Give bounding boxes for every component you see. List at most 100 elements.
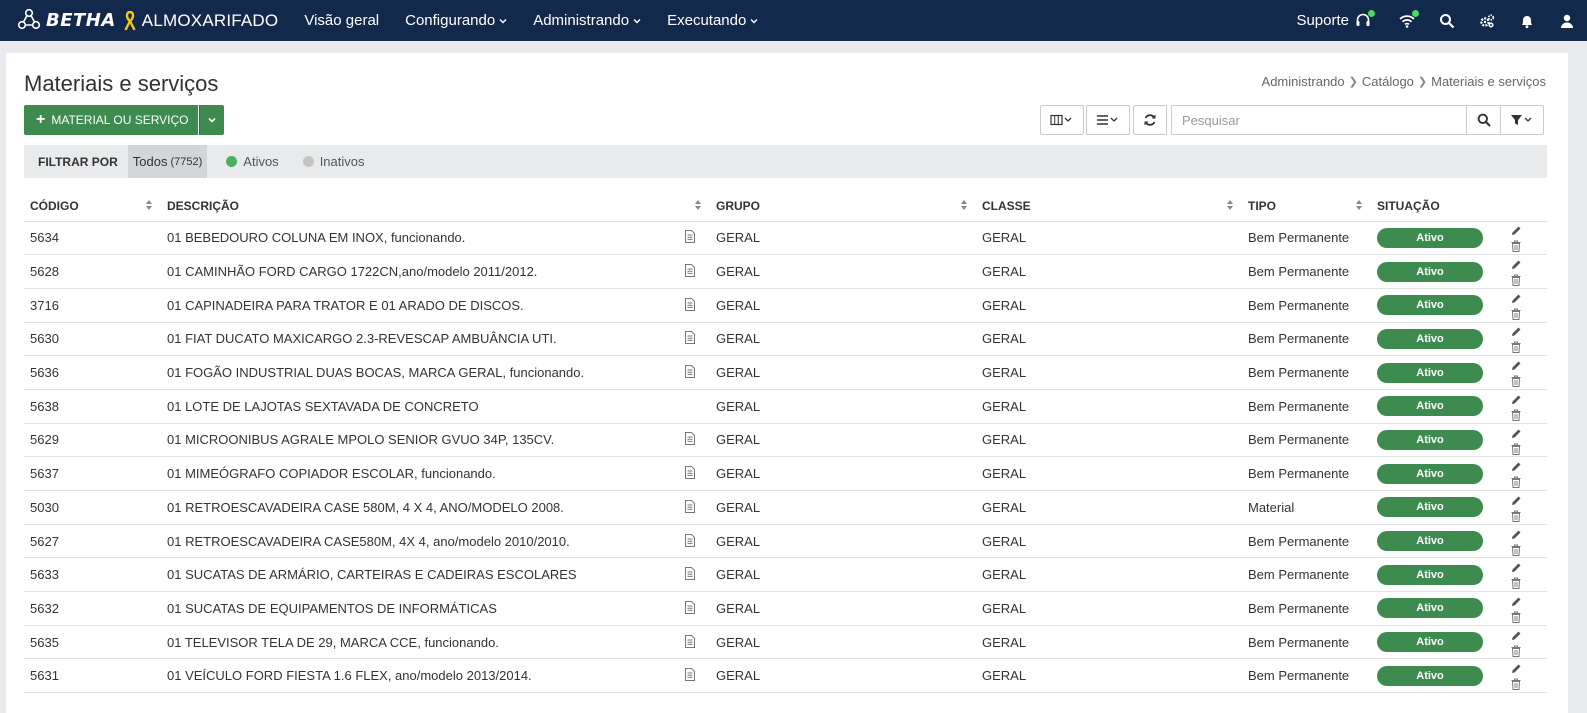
add-material-button[interactable]: + MATERIAL OU SERVIÇO	[24, 105, 199, 135]
column-label: GRUPO	[716, 198, 761, 213]
document-icon	[685, 533, 695, 547]
user-menu-button[interactable]	[1547, 0, 1587, 41]
table-row[interactable]: 5636 01 FOGÃO INDUSTRIAL DUAS BOCAS, MARC…	[24, 355, 1547, 390]
columns-button[interactable]	[1040, 105, 1084, 135]
headset-icon	[1355, 9, 1375, 30]
support-link[interactable]: Suporte	[1296, 9, 1375, 30]
trash-icon[interactable]	[1510, 375, 1522, 388]
trash-icon[interactable]	[1510, 510, 1522, 522]
refresh-button[interactable]	[1133, 105, 1167, 135]
table-row[interactable]: 5627 01 RETROESCAVADEIRA CASE580M, 4X 4, …	[24, 524, 1547, 559]
nav-executando[interactable]: Executando	[667, 12, 758, 29]
table-row[interactable]: 5030 01 RETROESCAVADEIRA CASE 580M, 4 X 4…	[24, 490, 1547, 525]
column-header-codigo[interactable]: CÓDIGO	[24, 191, 161, 222]
column-header-tipo[interactable]: TIPO	[1242, 191, 1371, 222]
trash-icon[interactable]	[1510, 409, 1522, 421]
pencil-icon[interactable]	[1510, 596, 1522, 608]
descricao-text: 01 CAMINHÃO FORD CARGO 1722CN,ano/modelo…	[167, 264, 538, 280]
pencil-icon[interactable]	[1510, 293, 1522, 305]
document-icon	[685, 264, 695, 278]
pencil-icon[interactable]	[1510, 663, 1522, 675]
trash-icon[interactable]	[1510, 443, 1522, 455]
cell-codigo: 5635	[24, 625, 161, 660]
column-header-grupo[interactable]: GRUPO	[710, 191, 976, 222]
column-header-classe[interactable]: CLASSE	[976, 191, 1242, 222]
advanced-filter-button[interactable]	[1500, 105, 1544, 135]
filter-inativos[interactable]: Inativos	[298, 145, 370, 178]
pencil-icon[interactable]	[1510, 529, 1522, 541]
nav-configurando[interactable]: Configurando	[405, 12, 507, 29]
brand[interactable]: BETHA ALMOXARIFADO	[16, 8, 278, 34]
breadcrumb-item[interactable]: Administrando	[1262, 74, 1345, 89]
table-row[interactable]: 5628 01 CAMINHÃO FORD CARGO 1722CN,ano/mo…	[24, 254, 1547, 289]
pencil-icon[interactable]	[1510, 326, 1522, 338]
table-row[interactable]: 5635 01 TELEVISOR TELA DE 29, MARCA CCE, …	[24, 625, 1547, 660]
breadcrumb-item[interactable]: Catálogo	[1362, 74, 1414, 89]
cell-grupo: GERAL	[710, 456, 976, 491]
table-row[interactable]: 5631 01 VEÍCULO FORD FIESTA 1.6 FLEX, ano…	[24, 658, 1547, 694]
pencil-icon[interactable]	[1510, 630, 1522, 642]
list-options-button[interactable]	[1086, 105, 1130, 135]
pencil-icon[interactable]	[1510, 394, 1522, 406]
nav-administrando[interactable]: Administrando	[533, 12, 641, 29]
nav-visao-geral[interactable]: Visão geral	[304, 12, 379, 29]
cell-classe: GERAL	[976, 355, 1242, 390]
settings-button[interactable]	[1467, 0, 1507, 41]
descricao-text: 01 RETROESCAVADEIRA CASE580M, 4X 4, ano/…	[167, 533, 570, 549]
cell-codigo: 5631	[24, 658, 161, 694]
table-row[interactable]: 3716 01 CAPINADEIRA PARA TRATOR E 01 ARAD…	[24, 288, 1547, 323]
table-row[interactable]: 5630 01 FIAT DUCATO MAXICARGO 2.3-REVESCA…	[24, 322, 1547, 357]
table-row[interactable]: 5638 01 LOTE DE LAJOTAS SEXTAVADA DE CONC…	[24, 389, 1547, 424]
trash-icon[interactable]	[1510, 274, 1522, 287]
cell-codigo: 5632	[24, 591, 161, 626]
pencil-icon[interactable]	[1510, 562, 1522, 574]
table-row[interactable]: 5629 01 MICROONIBUS AGRALE MPOLO SENIOR G…	[24, 423, 1547, 458]
cell-codigo: 5627	[24, 524, 161, 559]
columns-icon	[1050, 114, 1072, 126]
trash-icon[interactable]	[1510, 544, 1522, 556]
support-label: Suporte	[1296, 12, 1349, 29]
gears-icon	[1480, 13, 1495, 28]
cell-codigo: 5634	[24, 221, 161, 256]
cell-tipo: Bem Permanente	[1242, 591, 1371, 626]
pencil-icon[interactable]	[1510, 360, 1522, 372]
trash-icon[interactable]	[1510, 476, 1522, 489]
descricao-text: 01 FOGÃO INDUSTRIAL DUAS BOCAS, MARCA GE…	[167, 365, 585, 381]
table-row[interactable]: 5632 01 SUCATAS DE EQUIPAMENTOS DE INFORM…	[24, 591, 1547, 626]
pencil-icon[interactable]	[1510, 225, 1522, 237]
status-badge: Ativo	[1377, 362, 1483, 383]
pencil-icon[interactable]	[1510, 495, 1522, 507]
table-row[interactable]: 5634 01 BEBEDOURO COLUNA EM INOX, funcion…	[24, 221, 1547, 256]
status-badge: Ativo	[1377, 665, 1483, 686]
chevron-down-icon	[633, 18, 641, 23]
table-row[interactable]: 5637 01 MIMEÓGRAFO COPIADOR ESCOLAR, func…	[24, 456, 1547, 491]
cell-situacao: Ativo	[1371, 355, 1491, 390]
cell-codigo: 5636	[24, 355, 161, 390]
search-button[interactable]	[1427, 0, 1467, 41]
table-row[interactable]: 5633 01 SUCATAS DE ARMÁRIO, CARTEIRAS E C…	[24, 557, 1547, 593]
trash-icon[interactable]	[1510, 678, 1522, 691]
connection-status[interactable]	[1387, 0, 1427, 41]
cell-situacao: Ativo	[1371, 591, 1491, 626]
nav-label: Visão geral	[304, 12, 380, 29]
document-icon	[685, 432, 695, 446]
cell-classe: GERAL	[976, 254, 1242, 289]
pencil-icon[interactable]	[1510, 259, 1522, 271]
search-submit-button[interactable]	[1466, 105, 1501, 135]
trash-icon[interactable]	[1510, 240, 1522, 253]
filter-ativos[interactable]: Ativos	[221, 145, 283, 178]
pencil-icon[interactable]	[1510, 428, 1522, 440]
trash-icon[interactable]	[1510, 341, 1522, 354]
pencil-icon[interactable]	[1510, 461, 1522, 473]
add-options-dropdown-button[interactable]	[199, 105, 225, 135]
trash-icon[interactable]	[1510, 611, 1522, 623]
trash-icon[interactable]	[1510, 308, 1522, 320]
filter-todos-label: Todos	[132, 154, 168, 169]
notifications-button[interactable]	[1507, 0, 1547, 41]
cell-grupo: GERAL	[710, 288, 976, 323]
trash-icon[interactable]	[1510, 577, 1522, 590]
column-header-descricao[interactable]: DESCRIÇÃO	[161, 191, 710, 222]
search-input[interactable]	[1171, 105, 1467, 135]
trash-icon[interactable]	[1510, 645, 1522, 657]
filter-todos[interactable]: Todos (7752)	[127, 145, 208, 178]
